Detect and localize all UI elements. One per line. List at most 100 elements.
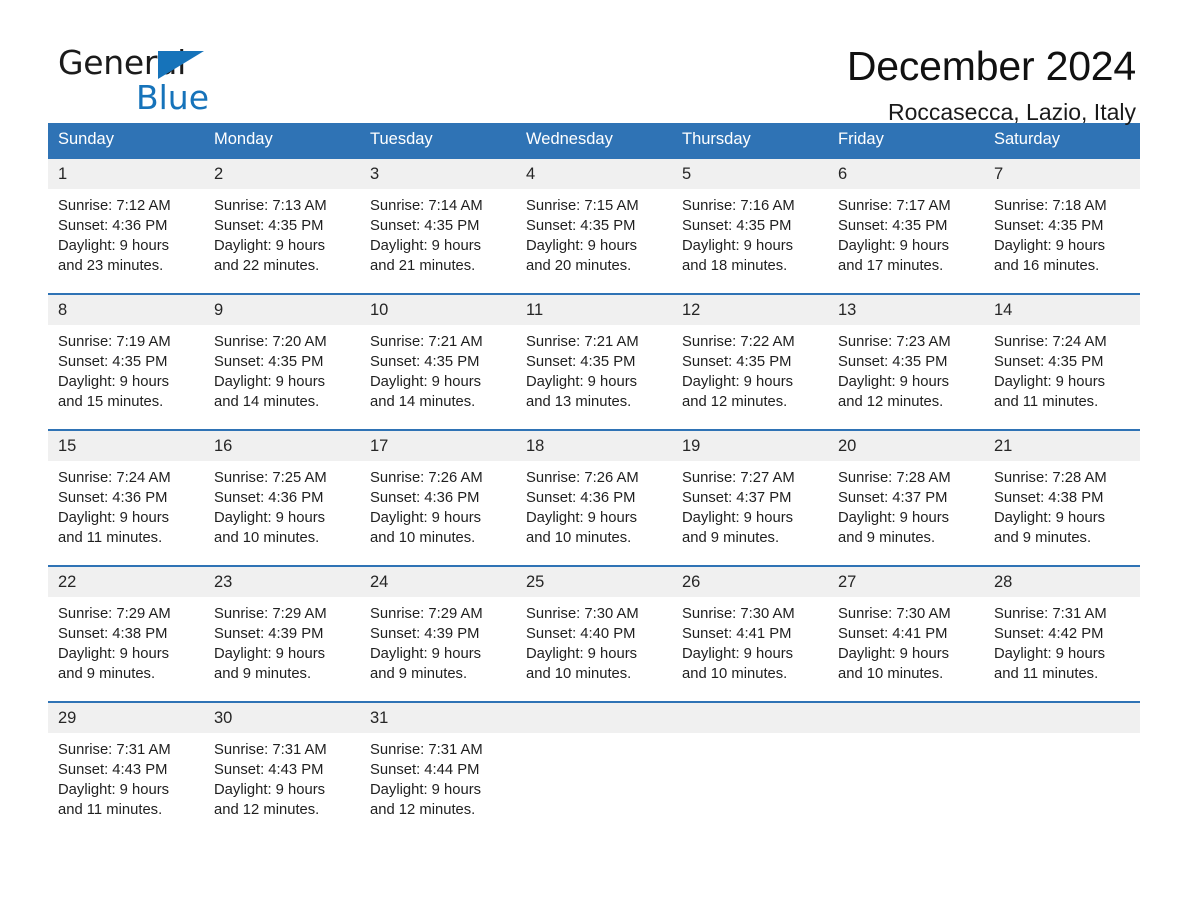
sun-times-text: [516, 733, 672, 740]
day-cell[interactable]: 26 Sunrise: 7:30 AM Sunset: 4:41 PM Dayli…: [672, 565, 828, 682]
weekday-header-tuesday: Tuesday: [360, 123, 516, 158]
day-cell-empty: [828, 701, 984, 818]
day-cell[interactable]: 6 Sunrise: 7:17 AM Sunset: 4:35 PM Daylig…: [828, 157, 984, 274]
day-cell[interactable]: 2 Sunrise: 7:13 AM Sunset: 4:35 PM Daylig…: [204, 157, 360, 274]
day-cell[interactable]: 29 Sunrise: 7:31 AM Sunset: 4:43 PM Dayli…: [48, 701, 204, 818]
day-cell[interactable]: 17 Sunrise: 7:26 AM Sunset: 4:36 PM Dayli…: [360, 429, 516, 546]
sun-times-text: Sunrise: 7:31 AM Sunset: 4:43 PM Dayligh…: [58, 742, 171, 818]
day-cell[interactable]: 15 Sunrise: 7:24 AM Sunset: 4:36 PM Dayli…: [48, 429, 204, 546]
sun-times-text: Sunrise: 7:20 AM Sunset: 4:35 PM Dayligh…: [214, 334, 327, 410]
day-cell-content: 12 Sunrise: 7:22 AM Sunset: 4:35 PM Dayli…: [672, 295, 828, 410]
day-number: 17: [360, 431, 516, 461]
day-cell[interactable]: 13 Sunrise: 7:23 AM Sunset: 4:35 PM Dayli…: [828, 293, 984, 410]
day-number: 26: [672, 567, 828, 597]
day-cell-content: 3 Sunrise: 7:14 AM Sunset: 4:35 PM Daylig…: [360, 159, 516, 274]
day-cell[interactable]: 27 Sunrise: 7:30 AM Sunset: 4:41 PM Dayli…: [828, 565, 984, 682]
day-number: 31: [360, 703, 516, 733]
day-number: 25: [516, 567, 672, 597]
day-cell[interactable]: 5 Sunrise: 7:16 AM Sunset: 4:35 PM Daylig…: [672, 157, 828, 274]
week-spacer-cell: [48, 546, 1140, 566]
day-cell[interactable]: 8 Sunrise: 7:19 AM Sunset: 4:35 PM Daylig…: [48, 293, 204, 410]
day-cell-content: 10 Sunrise: 7:21 AM Sunset: 4:35 PM Dayli…: [360, 295, 516, 410]
day-cell[interactable]: 7 Sunrise: 7:18 AM Sunset: 4:35 PM Daylig…: [984, 157, 1140, 274]
weekday-header-friday: Friday: [828, 123, 984, 158]
day-cell-content: 13 Sunrise: 7:23 AM Sunset: 4:35 PM Dayli…: [828, 295, 984, 410]
sun-times-text: Sunrise: 7:19 AM Sunset: 4:35 PM Dayligh…: [58, 334, 171, 410]
week-spacer: [48, 410, 1140, 430]
day-number: 9: [204, 295, 360, 325]
day-number: [516, 703, 672, 733]
day-cell[interactable]: 22 Sunrise: 7:29 AM Sunset: 4:38 PM Dayli…: [48, 565, 204, 682]
calendar-week-row: 15 Sunrise: 7:24 AM Sunset: 4:36 PM Dayli…: [48, 429, 1140, 546]
day-cell[interactable]: 19 Sunrise: 7:27 AM Sunset: 4:37 PM Dayli…: [672, 429, 828, 546]
day-cell-content: 15 Sunrise: 7:24 AM Sunset: 4:36 PM Dayli…: [48, 431, 204, 546]
day-number: 13: [828, 295, 984, 325]
calendar-week-row: 8 Sunrise: 7:19 AM Sunset: 4:35 PM Daylig…: [48, 293, 1140, 410]
day-number: 23: [204, 567, 360, 597]
calendar-table: Sunday Monday Tuesday Wednesday Thursday…: [48, 123, 1140, 818]
day-cell-content: 20 Sunrise: 7:28 AM Sunset: 4:37 PM Dayli…: [828, 431, 984, 546]
day-cell[interactable]: 3 Sunrise: 7:14 AM Sunset: 4:35 PM Daylig…: [360, 157, 516, 274]
day-number: 5: [672, 159, 828, 189]
day-cell[interactable]: 1 Sunrise: 7:12 AM Sunset: 4:36 PM Daylig…: [48, 157, 204, 274]
day-cell[interactable]: 16 Sunrise: 7:25 AM Sunset: 4:36 PM Dayli…: [204, 429, 360, 546]
sun-times-text: Sunrise: 7:21 AM Sunset: 4:35 PM Dayligh…: [526, 334, 639, 410]
sun-times-text: Sunrise: 7:12 AM Sunset: 4:36 PM Dayligh…: [58, 198, 171, 274]
day-number: 10: [360, 295, 516, 325]
day-number: 1: [48, 159, 204, 189]
day-cell[interactable]: 31 Sunrise: 7:31 AM Sunset: 4:44 PM Dayli…: [360, 701, 516, 818]
weekday-header-wednesday: Wednesday: [516, 123, 672, 158]
calendar-week-row: 29 Sunrise: 7:31 AM Sunset: 4:43 PM Dayli…: [48, 701, 1140, 818]
day-cell-content: [828, 703, 984, 818]
sun-times-text: Sunrise: 7:24 AM Sunset: 4:36 PM Dayligh…: [58, 470, 171, 546]
day-number: 19: [672, 431, 828, 461]
day-cell[interactable]: 24 Sunrise: 7:29 AM Sunset: 4:39 PM Dayli…: [360, 565, 516, 682]
sun-times-text: Sunrise: 7:18 AM Sunset: 4:35 PM Dayligh…: [994, 198, 1107, 274]
day-cell[interactable]: 18 Sunrise: 7:26 AM Sunset: 4:36 PM Dayli…: [516, 429, 672, 546]
day-cell[interactable]: 10 Sunrise: 7:21 AM Sunset: 4:35 PM Dayli…: [360, 293, 516, 410]
day-number: 28: [984, 567, 1140, 597]
sun-times-text: Sunrise: 7:29 AM Sunset: 4:38 PM Dayligh…: [58, 606, 171, 682]
day-cell[interactable]: 12 Sunrise: 7:22 AM Sunset: 4:35 PM Dayli…: [672, 293, 828, 410]
sun-times-text: Sunrise: 7:25 AM Sunset: 4:36 PM Dayligh…: [214, 470, 327, 546]
sun-times-text: Sunrise: 7:31 AM Sunset: 4:43 PM Dayligh…: [214, 742, 327, 818]
sun-times-text: Sunrise: 7:28 AM Sunset: 4:38 PM Dayligh…: [994, 470, 1107, 546]
day-cell[interactable]: 21 Sunrise: 7:28 AM Sunset: 4:38 PM Dayli…: [984, 429, 1140, 546]
week-spacer: [48, 546, 1140, 566]
sun-times-text: Sunrise: 7:26 AM Sunset: 4:36 PM Dayligh…: [526, 470, 639, 546]
day-cell-content: [672, 703, 828, 818]
sun-times-text: Sunrise: 7:21 AM Sunset: 4:35 PM Dayligh…: [370, 334, 483, 410]
day-cell[interactable]: 14 Sunrise: 7:24 AM Sunset: 4:35 PM Dayli…: [984, 293, 1140, 410]
sun-times-text: Sunrise: 7:29 AM Sunset: 4:39 PM Dayligh…: [214, 606, 327, 682]
day-cell-content: 9 Sunrise: 7:20 AM Sunset: 4:35 PM Daylig…: [204, 295, 360, 410]
day-cell-content: 14 Sunrise: 7:24 AM Sunset: 4:35 PM Dayli…: [984, 295, 1140, 410]
sun-times-text: Sunrise: 7:26 AM Sunset: 4:36 PM Dayligh…: [370, 470, 483, 546]
day-cell-content: 1 Sunrise: 7:12 AM Sunset: 4:36 PM Daylig…: [48, 159, 204, 274]
day-cell[interactable]: 23 Sunrise: 7:29 AM Sunset: 4:39 PM Dayli…: [204, 565, 360, 682]
day-cell[interactable]: 28 Sunrise: 7:31 AM Sunset: 4:42 PM Dayli…: [984, 565, 1140, 682]
day-number: 24: [360, 567, 516, 597]
day-number: 21: [984, 431, 1140, 461]
day-number: 2: [204, 159, 360, 189]
day-number: 30: [204, 703, 360, 733]
sun-times-text: Sunrise: 7:22 AM Sunset: 4:35 PM Dayligh…: [682, 334, 795, 410]
day-cell[interactable]: 9 Sunrise: 7:20 AM Sunset: 4:35 PM Daylig…: [204, 293, 360, 410]
week-spacer: [48, 274, 1140, 294]
day-cell[interactable]: 30 Sunrise: 7:31 AM Sunset: 4:43 PM Dayli…: [204, 701, 360, 818]
day-cell[interactable]: 11 Sunrise: 7:21 AM Sunset: 4:35 PM Dayli…: [516, 293, 672, 410]
logo-word-blue: Blue: [136, 78, 210, 117]
day-number: 4: [516, 159, 672, 189]
weekday-header-sunday: Sunday: [48, 123, 204, 158]
day-number: [828, 703, 984, 733]
weekday-header-thursday: Thursday: [672, 123, 828, 158]
general-blue-logo[interactable]: General Blue: [58, 46, 258, 118]
day-cell-content: 31 Sunrise: 7:31 AM Sunset: 4:44 PM Dayli…: [360, 703, 516, 818]
day-cell[interactable]: 25 Sunrise: 7:30 AM Sunset: 4:40 PM Dayli…: [516, 565, 672, 682]
sun-times-text: Sunrise: 7:30 AM Sunset: 4:41 PM Dayligh…: [838, 606, 951, 682]
sun-times-text: Sunrise: 7:13 AM Sunset: 4:35 PM Dayligh…: [214, 198, 327, 274]
day-cell[interactable]: 4 Sunrise: 7:15 AM Sunset: 4:35 PM Daylig…: [516, 157, 672, 274]
calendar-week-row: 1 Sunrise: 7:12 AM Sunset: 4:36 PM Daylig…: [48, 157, 1140, 274]
day-cell[interactable]: 20 Sunrise: 7:28 AM Sunset: 4:37 PM Dayli…: [828, 429, 984, 546]
weekday-header-saturday: Saturday: [984, 123, 1140, 158]
day-number: 12: [672, 295, 828, 325]
